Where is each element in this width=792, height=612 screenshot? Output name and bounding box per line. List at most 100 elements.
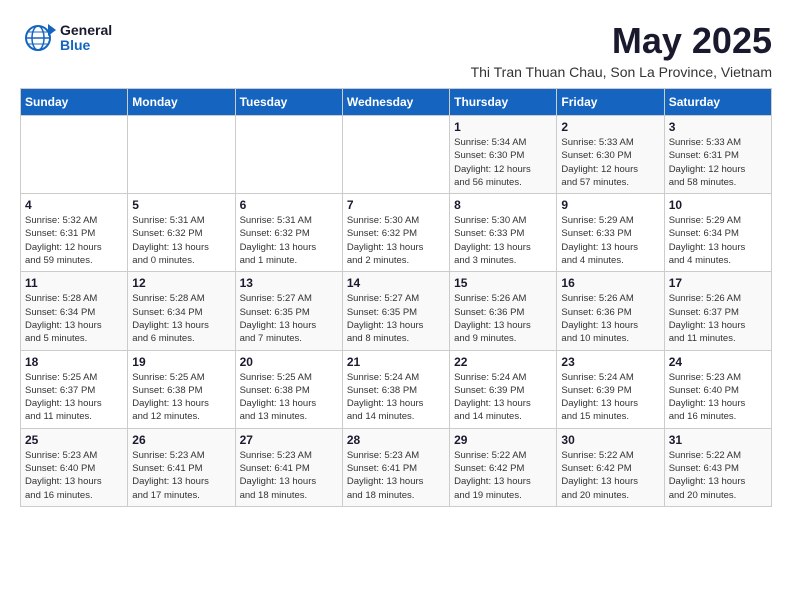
day-number: 1: [454, 120, 552, 134]
day-info: Sunrise: 5:25 AM Sunset: 6:38 PM Dayligh…: [132, 371, 230, 424]
calendar-week-2: 4 Sunrise: 5:32 AM Sunset: 6:31 PM Daylig…: [21, 194, 772, 272]
month-title: May 2025: [471, 20, 772, 62]
calendar-cell: 2 Sunrise: 5:33 AM Sunset: 6:30 PM Daylig…: [557, 116, 664, 194]
day-number: 6: [240, 198, 338, 212]
calendar-cell: 18Sunrise: 5:25 AM Sunset: 6:37 PM Dayli…: [21, 350, 128, 428]
page-header: General Blue May 2025 Thi Tran Thuan Cha…: [20, 20, 772, 80]
calendar-cell: [235, 116, 342, 194]
calendar-header-tuesday: Tuesday: [235, 89, 342, 116]
calendar-cell: 21Sunrise: 5:24 AM Sunset: 6:38 PM Dayli…: [342, 350, 449, 428]
day-info: Sunrise: 5:26 AM Sunset: 6:37 PM Dayligh…: [669, 292, 767, 345]
day-info: Sunrise: 5:27 AM Sunset: 6:35 PM Dayligh…: [347, 292, 445, 345]
calendar-cell: 7Sunrise: 5:30 AM Sunset: 6:32 PM Daylig…: [342, 194, 449, 272]
calendar-cell: [128, 116, 235, 194]
day-info: Sunrise: 5:26 AM Sunset: 6:36 PM Dayligh…: [561, 292, 659, 345]
day-number: 25: [25, 433, 123, 447]
calendar-cell: 17Sunrise: 5:26 AM Sunset: 6:37 PM Dayli…: [664, 272, 771, 350]
calendar-cell: 28Sunrise: 5:23 AM Sunset: 6:41 PM Dayli…: [342, 428, 449, 506]
calendar-cell: 15 Sunrise: 5:26 AM Sunset: 6:36 PM Dayli…: [450, 272, 557, 350]
calendar-cell: 10 Sunrise: 5:29 AM Sunset: 6:34 PM Dayli…: [664, 194, 771, 272]
calendar-cell: 25 Sunrise: 5:23 AM Sunset: 6:40 PM Dayli…: [21, 428, 128, 506]
calendar-header-wednesday: Wednesday: [342, 89, 449, 116]
day-info: Sunrise: 5:29 AM Sunset: 6:33 PM Dayligh…: [561, 214, 659, 267]
day-info: Sunrise: 5:29 AM Sunset: 6:34 PM Dayligh…: [669, 214, 767, 267]
calendar-cell: [21, 116, 128, 194]
day-number: 22: [454, 355, 552, 369]
day-number: 5: [132, 198, 230, 212]
calendar-header-saturday: Saturday: [664, 89, 771, 116]
calendar-cell: 30 Sunrise: 5:22 AM Sunset: 6:42 PM Dayli…: [557, 428, 664, 506]
calendar-cell: [342, 116, 449, 194]
day-info: Sunrise: 5:24 AM Sunset: 6:39 PM Dayligh…: [454, 371, 552, 424]
day-info: Sunrise: 5:34 AM Sunset: 6:30 PM Dayligh…: [454, 136, 552, 189]
day-number: 13: [240, 276, 338, 290]
day-info: Sunrise: 5:33 AM Sunset: 6:30 PM Dayligh…: [561, 136, 659, 189]
day-info: Sunrise: 5:30 AM Sunset: 6:33 PM Dayligh…: [454, 214, 552, 267]
calendar-cell: 11Sunrise: 5:28 AM Sunset: 6:34 PM Dayli…: [21, 272, 128, 350]
day-number: 30: [561, 433, 659, 447]
day-number: 26: [132, 433, 230, 447]
calendar-cell: 6 Sunrise: 5:31 AM Sunset: 6:32 PM Daylig…: [235, 194, 342, 272]
calendar-cell: 5 Sunrise: 5:31 AM Sunset: 6:32 PM Daylig…: [128, 194, 235, 272]
calendar-week-1: 1 Sunrise: 5:34 AM Sunset: 6:30 PM Daylig…: [21, 116, 772, 194]
calendar-cell: 20 Sunrise: 5:25 AM Sunset: 6:38 PM Dayli…: [235, 350, 342, 428]
day-info: Sunrise: 5:26 AM Sunset: 6:36 PM Dayligh…: [454, 292, 552, 345]
day-info: Sunrise: 5:23 AM Sunset: 6:41 PM Dayligh…: [240, 449, 338, 502]
day-number: 29: [454, 433, 552, 447]
day-info: Sunrise: 5:27 AM Sunset: 6:35 PM Dayligh…: [240, 292, 338, 345]
day-number: 14: [347, 276, 445, 290]
day-number: 15: [454, 276, 552, 290]
calendar-header-thursday: Thursday: [450, 89, 557, 116]
day-number: 2: [561, 120, 659, 134]
calendar-cell: 31 Sunrise: 5:22 AM Sunset: 6:43 PM Dayli…: [664, 428, 771, 506]
calendar-cell: 3 Sunrise: 5:33 AM Sunset: 6:31 PM Daylig…: [664, 116, 771, 194]
logo-general: General: [60, 23, 112, 38]
day-number: 31: [669, 433, 767, 447]
logo: General Blue: [20, 20, 112, 56]
calendar-header-friday: Friday: [557, 89, 664, 116]
day-info: Sunrise: 5:28 AM Sunset: 6:34 PM Dayligh…: [132, 292, 230, 345]
day-number: 11: [25, 276, 123, 290]
day-number: 20: [240, 355, 338, 369]
calendar-cell: 1 Sunrise: 5:34 AM Sunset: 6:30 PM Daylig…: [450, 116, 557, 194]
day-info: Sunrise: 5:23 AM Sunset: 6:40 PM Dayligh…: [25, 449, 123, 502]
day-info: Sunrise: 5:32 AM Sunset: 6:31 PM Dayligh…: [25, 214, 123, 267]
calendar-cell: 19 Sunrise: 5:25 AM Sunset: 6:38 PM Dayli…: [128, 350, 235, 428]
calendar-body: 1 Sunrise: 5:34 AM Sunset: 6:30 PM Daylig…: [21, 116, 772, 507]
calendar-table: SundayMondayTuesdayWednesdayThursdayFrid…: [20, 88, 772, 507]
calendar-header-monday: Monday: [128, 89, 235, 116]
logo-icon: [20, 20, 56, 56]
calendar-cell: 8Sunrise: 5:30 AM Sunset: 6:33 PM Daylig…: [450, 194, 557, 272]
day-info: Sunrise: 5:33 AM Sunset: 6:31 PM Dayligh…: [669, 136, 767, 189]
day-info: Sunrise: 5:30 AM Sunset: 6:32 PM Dayligh…: [347, 214, 445, 267]
calendar-cell: 13 Sunrise: 5:27 AM Sunset: 6:35 PM Dayli…: [235, 272, 342, 350]
day-number: 4: [25, 198, 123, 212]
calendar-cell: 23 Sunrise: 5:24 AM Sunset: 6:39 PM Dayli…: [557, 350, 664, 428]
day-info: Sunrise: 5:22 AM Sunset: 6:42 PM Dayligh…: [561, 449, 659, 502]
logo-text: General Blue: [60, 23, 112, 54]
calendar-cell: 12 Sunrise: 5:28 AM Sunset: 6:34 PM Dayli…: [128, 272, 235, 350]
day-number: 19: [132, 355, 230, 369]
calendar-cell: 29Sunrise: 5:22 AM Sunset: 6:42 PM Dayli…: [450, 428, 557, 506]
day-number: 23: [561, 355, 659, 369]
calendar-cell: 24 Sunrise: 5:23 AM Sunset: 6:40 PM Dayli…: [664, 350, 771, 428]
day-info: Sunrise: 5:23 AM Sunset: 6:40 PM Dayligh…: [669, 371, 767, 424]
day-number: 18: [25, 355, 123, 369]
day-number: 10: [669, 198, 767, 212]
day-number: 3: [669, 120, 767, 134]
day-info: Sunrise: 5:31 AM Sunset: 6:32 PM Dayligh…: [132, 214, 230, 267]
day-info: Sunrise: 5:22 AM Sunset: 6:43 PM Dayligh…: [669, 449, 767, 502]
location-subtitle: Thi Tran Thuan Chau, Son La Province, Vi…: [471, 64, 772, 80]
calendar-cell: 4 Sunrise: 5:32 AM Sunset: 6:31 PM Daylig…: [21, 194, 128, 272]
calendar-cell: 22 Sunrise: 5:24 AM Sunset: 6:39 PM Dayli…: [450, 350, 557, 428]
day-info: Sunrise: 5:25 AM Sunset: 6:38 PM Dayligh…: [240, 371, 338, 424]
day-number: 24: [669, 355, 767, 369]
calendar-week-4: 18Sunrise: 5:25 AM Sunset: 6:37 PM Dayli…: [21, 350, 772, 428]
calendar-cell: 9Sunrise: 5:29 AM Sunset: 6:33 PM Daylig…: [557, 194, 664, 272]
day-number: 12: [132, 276, 230, 290]
day-info: Sunrise: 5:24 AM Sunset: 6:39 PM Dayligh…: [561, 371, 659, 424]
day-number: 28: [347, 433, 445, 447]
day-info: Sunrise: 5:31 AM Sunset: 6:32 PM Dayligh…: [240, 214, 338, 267]
day-number: 21: [347, 355, 445, 369]
day-number: 27: [240, 433, 338, 447]
